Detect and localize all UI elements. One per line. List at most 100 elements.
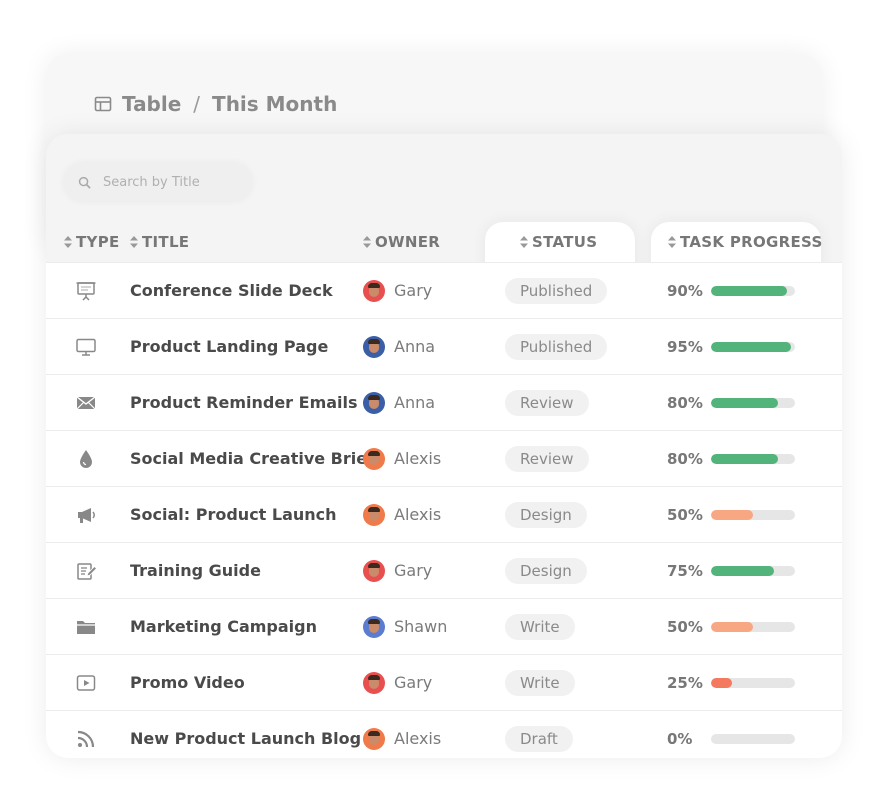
progress-percent: 0% <box>667 729 693 748</box>
breadcrumb-period[interactable]: This Month <box>212 92 337 116</box>
owner-cell[interactable]: Alexis <box>363 431 441 486</box>
sort-icon <box>130 236 138 248</box>
owner-cell[interactable]: Gary <box>363 655 432 710</box>
presentation-icon <box>76 281 96 301</box>
table-icon <box>94 96 112 112</box>
status-badge[interactable]: Design <box>505 501 587 528</box>
table-row[interactable]: Product Reminder Emails Anna Review 80% <box>46 374 842 430</box>
owner-name: Alexis <box>394 729 442 748</box>
sort-icon <box>64 236 72 248</box>
row-title[interactable]: Product Landing Page <box>130 319 328 374</box>
owner-cell[interactable]: Gary <box>363 543 432 598</box>
progress-bar <box>711 677 795 688</box>
progress-bar <box>711 397 795 408</box>
avatar <box>363 447 385 470</box>
row-title[interactable]: Promo Video <box>130 655 245 710</box>
owner-name: Gary <box>394 281 433 300</box>
table-row[interactable]: New Product Launch Blog Alexis Draft 0% <box>46 710 842 758</box>
progress-cell: 90% <box>667 263 795 318</box>
table-row[interactable]: Social: Product Launch Alexis Design 50% <box>46 486 842 542</box>
progress-cell: 80% <box>667 375 795 430</box>
owner-cell[interactable]: Gary <box>363 263 432 318</box>
table-row[interactable]: Conference Slide Deck Gary Published 90% <box>46 262 842 318</box>
type-cell <box>74 319 98 374</box>
progress-percent: 90% <box>667 281 703 300</box>
megaphone-icon <box>78 507 95 523</box>
row-title[interactable]: Social Media Creative Brief <box>130 431 374 486</box>
owner-cell[interactable]: Anna <box>363 375 435 430</box>
status-badge[interactable]: Write <box>505 669 575 696</box>
progress-percent: 80% <box>667 393 703 412</box>
row-title[interactable]: Training Guide <box>130 543 261 598</box>
owner-cell[interactable]: Anna <box>363 319 435 374</box>
column-header-title[interactable]: TITLE <box>130 233 189 251</box>
status-badge[interactable]: Review <box>505 389 589 416</box>
progress-bar-fill <box>711 453 779 464</box>
folder-icon <box>77 620 95 634</box>
status-badge[interactable]: Review <box>505 445 589 472</box>
owner-name: Anna <box>394 393 436 412</box>
type-cell <box>74 431 98 486</box>
owner-cell[interactable]: Alexis <box>363 711 441 758</box>
status-badge[interactable]: Write <box>505 613 575 640</box>
table-row[interactable]: Training Guide Gary Design 75% <box>46 542 842 598</box>
progress-bar <box>711 341 795 352</box>
table-row[interactable]: Promo Video Gary Write 25% <box>46 654 842 710</box>
search-input[interactable] <box>101 173 245 191</box>
search-box[interactable] <box>64 163 252 201</box>
breadcrumb-view[interactable]: Table <box>122 92 181 116</box>
progress-percent: 75% <box>667 561 703 580</box>
column-header-task-progress[interactable]: TASK PROGRESS <box>668 233 823 251</box>
progress-bar-fill <box>711 565 774 576</box>
type-cell <box>74 263 98 318</box>
owner-name: Gary <box>394 561 433 580</box>
progress-bar <box>711 453 795 464</box>
type-cell <box>74 487 98 542</box>
monitor-icon <box>76 338 96 356</box>
progress-percent: 80% <box>667 449 703 468</box>
table-row[interactable]: Product Landing Page Anna Published 95% <box>46 318 842 374</box>
table-row[interactable]: Social Media Creative Brief Alexis Revie… <box>46 430 842 486</box>
status-badge[interactable]: Published <box>505 277 608 304</box>
status-cell: Review <box>505 431 615 486</box>
status-badge[interactable]: Design <box>505 557 587 584</box>
progress-cell: 80% <box>667 431 795 486</box>
column-header-status[interactable]: STATUS <box>520 233 597 251</box>
progress-bar-fill <box>711 509 753 520</box>
status-badge[interactable]: Draft <box>505 725 573 752</box>
task-table-card: TYPE TITLE OWNER STATUS TASK PROGRESS Co… <box>46 134 842 758</box>
type-cell <box>74 599 98 654</box>
table-row[interactable]: Marketing Campaign Shawn Write 50% <box>46 598 842 654</box>
avatar <box>363 727 385 750</box>
progress-percent: 25% <box>667 673 703 692</box>
progress-percent: 95% <box>667 337 703 356</box>
progress-bar <box>711 733 795 744</box>
column-header-type[interactable]: TYPE <box>64 233 120 251</box>
breadcrumb-separator: / <box>193 92 201 116</box>
status-cell: Design <box>505 487 615 542</box>
progress-bar <box>711 565 795 576</box>
owner-cell[interactable]: Shawn <box>363 599 447 654</box>
progress-bar <box>711 509 795 520</box>
owner-name: Shawn <box>394 617 448 636</box>
owner-cell[interactable]: Alexis <box>363 487 441 542</box>
row-title[interactable]: Social: Product Launch <box>130 487 337 542</box>
row-title[interactable]: Conference Slide Deck <box>130 263 333 318</box>
status-badge[interactable]: Published <box>505 333 608 360</box>
avatar <box>363 503 385 526</box>
row-title[interactable]: New Product Launch Blog <box>130 711 361 758</box>
progress-cell: 50% <box>667 599 795 654</box>
progress-bar <box>711 285 795 296</box>
avatar <box>363 615 385 638</box>
avatar <box>363 391 385 414</box>
row-title[interactable]: Product Reminder Emails <box>130 375 358 430</box>
breadcrumb: Table / This Month <box>94 92 337 116</box>
owner-name: Gary <box>394 673 433 692</box>
droplet-icon <box>80 449 92 468</box>
progress-bar-fill <box>711 621 753 632</box>
row-title[interactable]: Marketing Campaign <box>130 599 317 654</box>
status-cell: Design <box>505 543 615 598</box>
progress-cell: 50% <box>667 487 795 542</box>
column-header-owner[interactable]: OWNER <box>363 233 440 251</box>
progress-bar-fill <box>711 285 787 296</box>
